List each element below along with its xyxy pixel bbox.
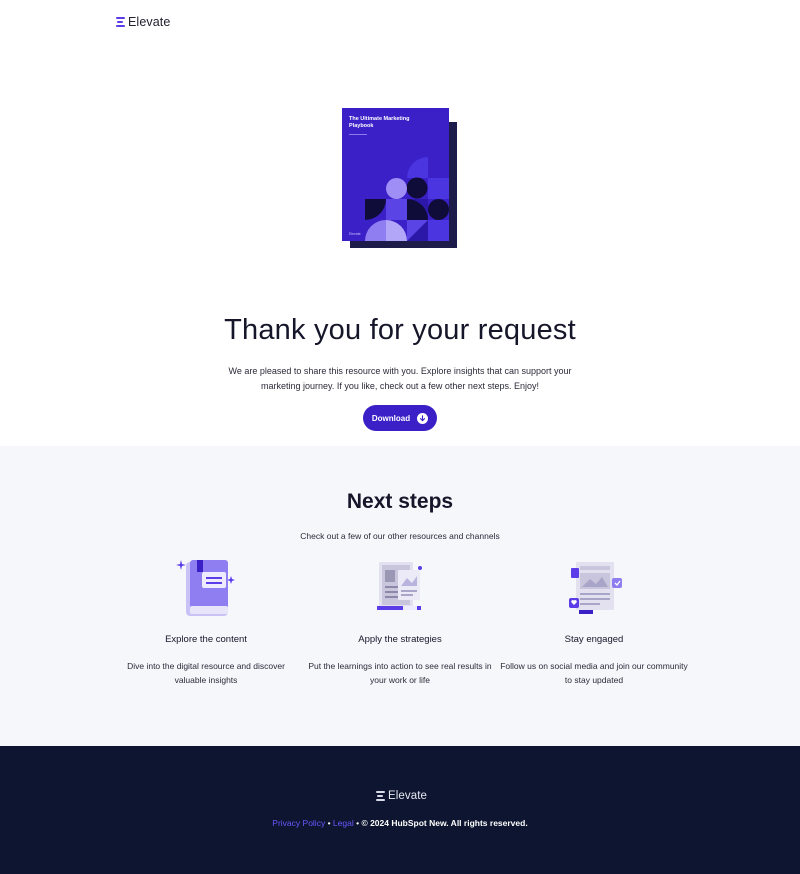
hero-description: We are pleased to share this resource wi… xyxy=(228,366,572,391)
book-title: The Ultimate Marketing Playbook xyxy=(349,116,410,129)
social-feed-icon xyxy=(559,556,629,620)
legal-link[interactable]: Legal xyxy=(333,818,354,828)
site-header: Elevate xyxy=(0,0,800,44)
download-button[interactable]: Download xyxy=(363,405,437,431)
download-label: Download xyxy=(371,413,411,423)
book-cover-image: The Ultimate Marketing Playbook Elevate xyxy=(342,108,458,250)
book-brand: Elevate xyxy=(349,232,361,236)
book-icon xyxy=(171,556,241,620)
next-steps-description: Check out a few of our other resources a… xyxy=(300,531,500,541)
card-description: Put the learnings into action to see rea… xyxy=(308,661,492,685)
footer-links: Privacy Policy • Legal • © 2024 HubSpot … xyxy=(0,818,800,828)
footer-logo[interactable]: Elevate xyxy=(376,790,427,802)
header-logo[interactable]: Elevate xyxy=(116,15,170,29)
logo-text: Elevate xyxy=(128,15,171,29)
hero-section: The Ultimate Marketing Playbook Elevate … xyxy=(0,44,800,446)
card-description: Follow us on social media and join our c… xyxy=(500,661,688,685)
next-steps-title: Next steps xyxy=(346,490,454,513)
card-title: Apply the strategies xyxy=(358,634,442,645)
book-cover: The Ultimate Marketing Playbook Elevate xyxy=(342,108,449,241)
page-title: Thank you for your request xyxy=(224,314,576,346)
arrow-down-circle-icon xyxy=(417,412,429,424)
logo-mark-icon xyxy=(116,17,125,27)
site-footer: Elevate Privacy Policy • Legal • © 2024 … xyxy=(0,746,800,874)
card-title: Explore the content xyxy=(165,634,247,645)
privacy-policy-link[interactable]: Privacy Policy xyxy=(272,818,325,828)
footer-logo-text: Elevate xyxy=(388,790,428,802)
card-title: Stay engaged xyxy=(564,634,624,645)
book-title-rule xyxy=(349,134,367,135)
next-steps-section: Next steps Check out a few of our other … xyxy=(0,446,800,746)
card-description: Dive into the digital resource and disco… xyxy=(127,661,285,685)
copyright-text: © 2024 HubSpot New. All rights reserved. xyxy=(361,818,528,828)
logo-mark-icon xyxy=(376,791,385,801)
documents-icon xyxy=(365,556,435,620)
